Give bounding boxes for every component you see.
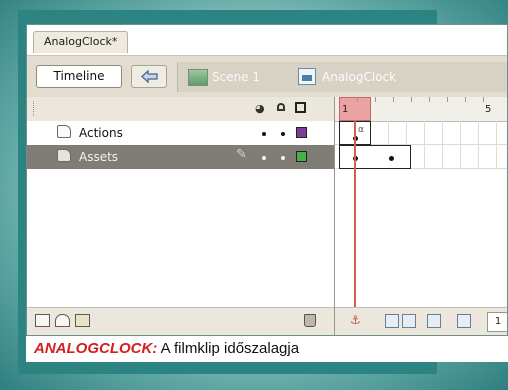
outline-color-swatch[interactable] xyxy=(296,127,307,138)
breadcrumb-symbol[interactable]: AnalogClock xyxy=(322,70,396,84)
ruler-tick xyxy=(375,97,376,102)
ruler-label: 1 xyxy=(342,104,349,115)
frame-row-actions[interactable]: α xyxy=(335,121,507,145)
center-frame-icon[interactable]: ⚓ xyxy=(350,313,361,327)
layer-row-assets[interactable]: Assets ✎ xyxy=(27,145,334,169)
ruler-tick xyxy=(447,97,448,102)
ruler-tick xyxy=(411,97,412,102)
onion-skin-outlines-icon[interactable] xyxy=(402,314,416,328)
frame-panel: 1 5 α ⚓ 1 xyxy=(335,97,507,335)
ruler-tick xyxy=(429,97,430,102)
outline-icon[interactable] xyxy=(295,102,306,113)
layer-row-actions[interactable]: Actions xyxy=(27,121,334,146)
ruler-tick xyxy=(483,97,484,102)
layer-header: ◕ xyxy=(27,97,334,122)
ruler-tick xyxy=(465,97,466,102)
back-arrow-icon xyxy=(141,69,158,84)
delete-layer-icon[interactable] xyxy=(304,314,316,327)
document-tab-strip: AnalogClock* xyxy=(27,25,507,55)
figure-caption: ANALOGCLOCK: A filmklip időszalagja xyxy=(26,336,508,362)
keyframe-dot[interactable] xyxy=(389,156,394,161)
eye-icon[interactable]: ◕ xyxy=(255,102,265,115)
layer-icon xyxy=(57,125,71,138)
outline-color-swatch[interactable] xyxy=(296,151,307,162)
lock-dot[interactable] xyxy=(281,132,285,136)
panel-grip-icon[interactable] xyxy=(33,101,38,116)
ruler-tick xyxy=(393,97,394,102)
scene-clapper-icon xyxy=(188,69,208,86)
playhead-line[interactable] xyxy=(354,121,356,317)
frame-ruler[interactable]: 1 5 xyxy=(335,97,507,122)
current-frame-counter: 1 xyxy=(487,312,507,332)
breadcrumb: Scene 1 AnalogClock xyxy=(177,62,507,92)
caption-heading: ANALOGCLOCK: xyxy=(34,340,158,357)
onion-skin-icon[interactable] xyxy=(385,314,399,328)
pencil-icon: ✎ xyxy=(236,147,247,162)
layer-panel: ◕ Actions Assets ✎ xyxy=(27,97,335,335)
action-marker-icon: α xyxy=(358,125,364,135)
edit-multiple-frames-icon[interactable] xyxy=(427,314,441,328)
add-motion-guide-icon[interactable] xyxy=(55,314,70,327)
layer-icon xyxy=(57,149,71,162)
keyframe-span[interactable] xyxy=(339,145,411,169)
document-tab[interactable]: AnalogClock* xyxy=(33,31,129,53)
visibility-dot[interactable] xyxy=(262,156,266,160)
frame-row-assets[interactable] xyxy=(335,145,507,169)
timeline-toolbar: Timeline Scene 1 AnalogClock xyxy=(27,55,507,98)
caption-text: A filmklip időszalagja xyxy=(157,340,300,357)
movieclip-symbol-icon xyxy=(298,68,316,85)
layer-name[interactable]: Actions xyxy=(79,126,123,140)
layer-name[interactable]: Assets xyxy=(79,150,118,164)
breadcrumb-scene[interactable]: Scene 1 xyxy=(212,70,260,84)
lock-icon[interactable] xyxy=(277,103,285,111)
modify-onion-markers-icon[interactable] xyxy=(457,314,471,328)
flash-timeline-window: AnalogClock* Timeline Scene 1 AnalogCloc… xyxy=(26,24,508,336)
back-button[interactable] xyxy=(131,65,167,88)
ruler-label: 5 xyxy=(485,104,492,115)
visibility-dot[interactable] xyxy=(262,132,266,136)
insert-layer-icon[interactable] xyxy=(35,314,50,327)
insert-layer-folder-icon[interactable] xyxy=(75,314,90,327)
timeline-footer: ⚓ 1 xyxy=(335,307,507,335)
ruler-tick xyxy=(357,97,358,102)
lock-dot[interactable] xyxy=(281,156,285,160)
timeline-button[interactable]: Timeline xyxy=(36,65,122,88)
layer-footer xyxy=(27,307,334,335)
